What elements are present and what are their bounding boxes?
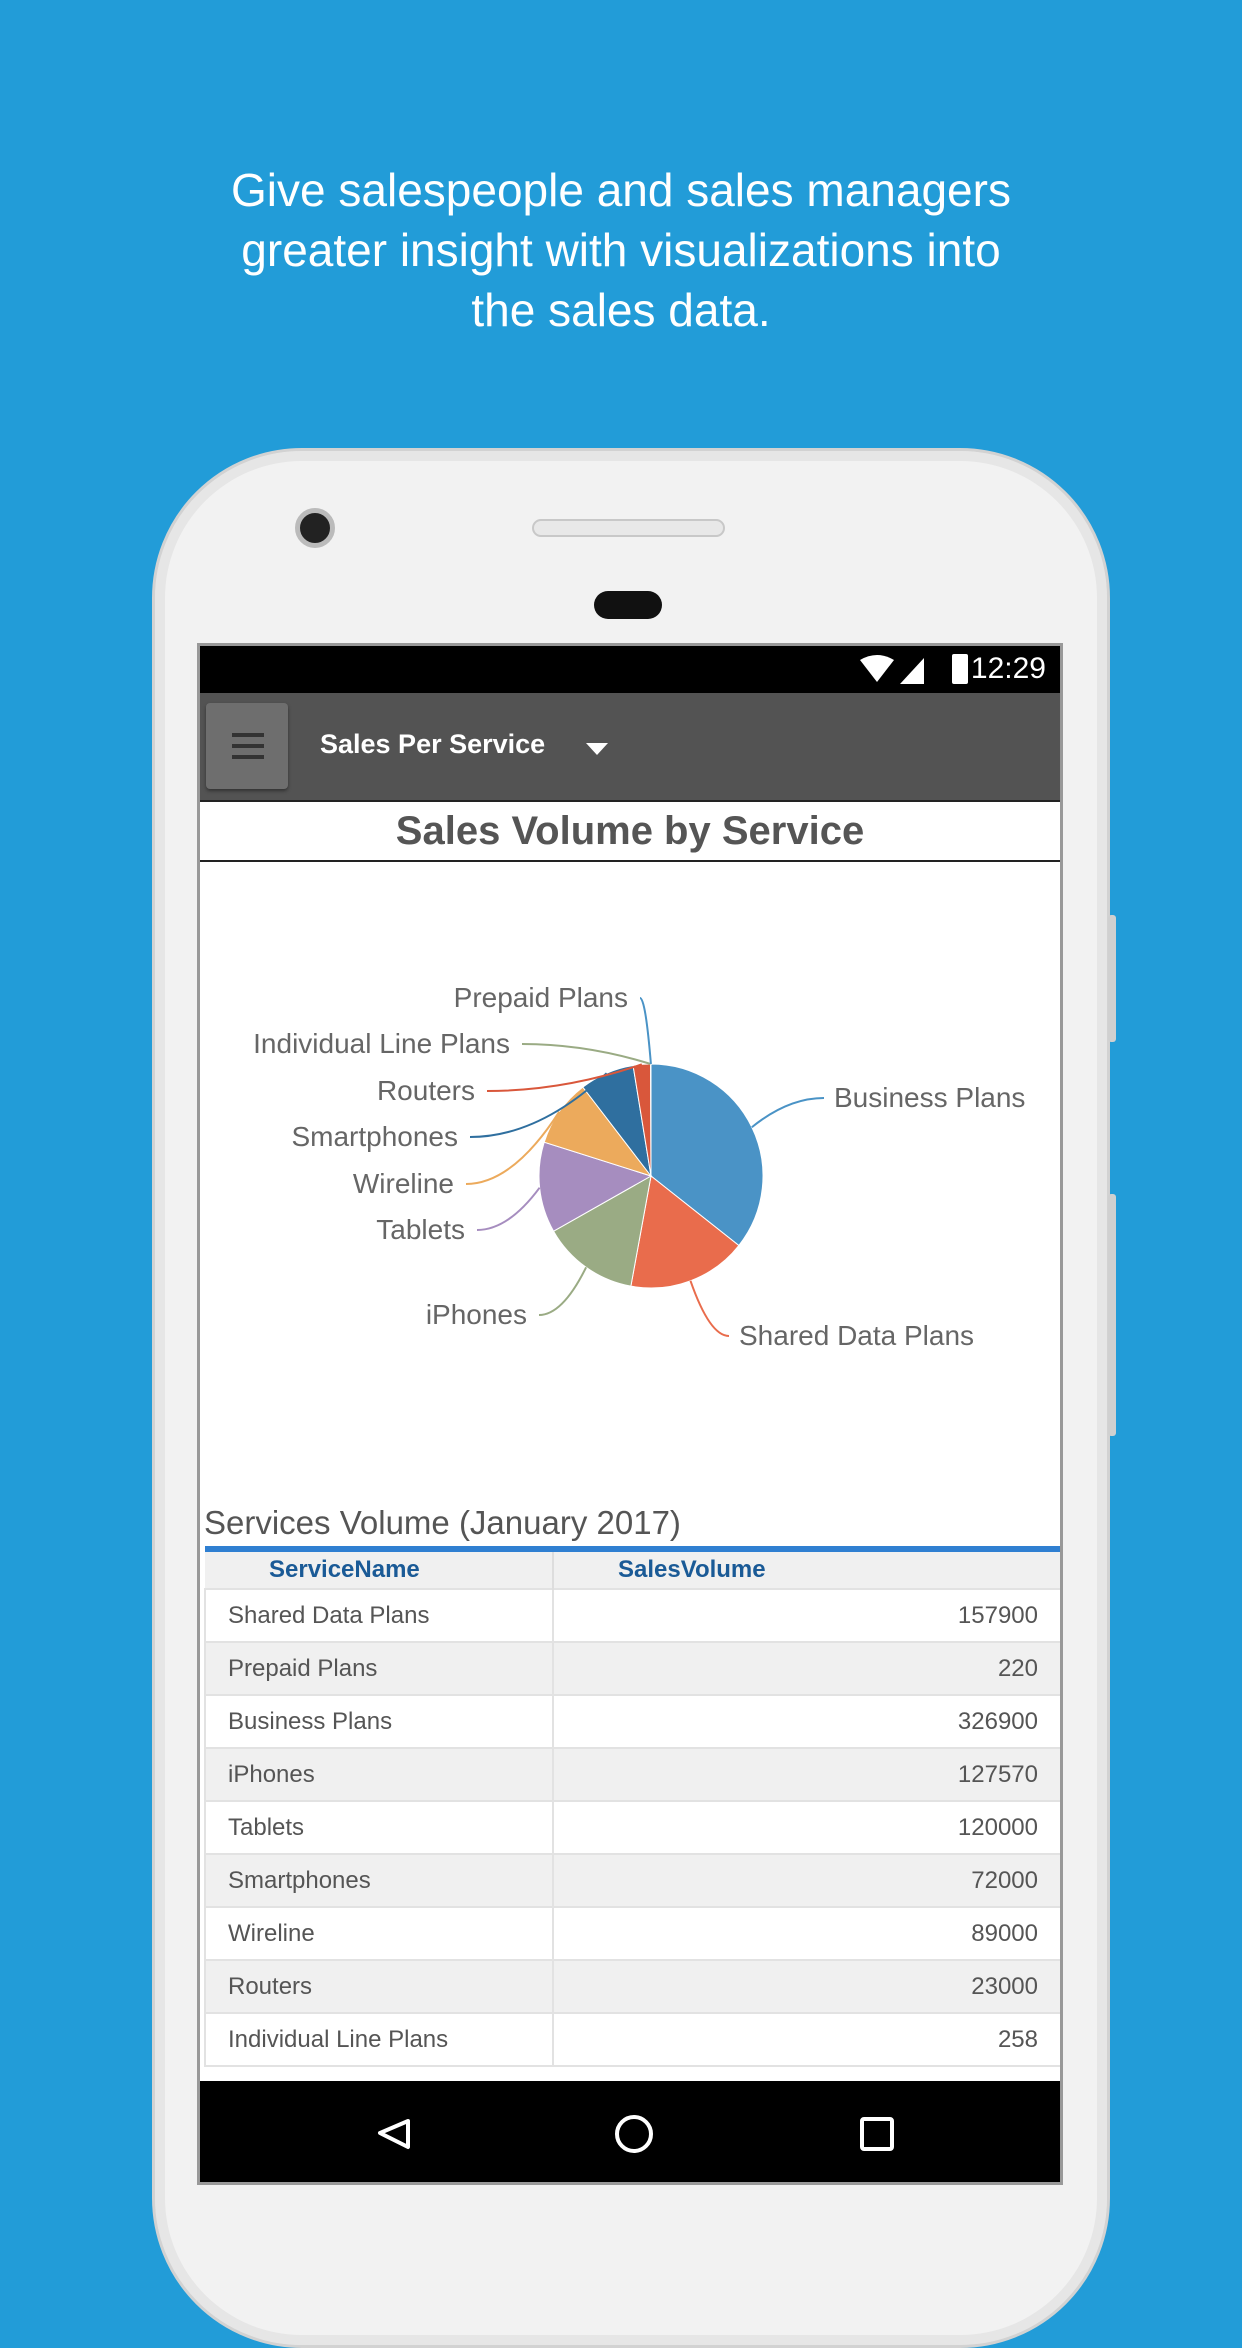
slice-label: Business Plans	[834, 1082, 1025, 1113]
service-name: Routers	[205, 1960, 553, 2013]
power-button	[1108, 915, 1116, 1042]
service-name: Wireline	[205, 1907, 553, 1960]
sales-volume: 220	[553, 1642, 1061, 1695]
table-row[interactable]: iPhones127570	[205, 1748, 1061, 1801]
leader-line	[539, 1267, 586, 1315]
slice-label: Smartphones	[291, 1121, 458, 1152]
leader-line	[522, 1044, 651, 1064]
service-name: Shared Data Plans	[205, 1589, 553, 1642]
slice-label: Individual Line Plans	[253, 1028, 510, 1059]
table-caption: Services Volume (January 2017)	[204, 1504, 681, 1542]
chart-title: Sales Volume by Service	[200, 800, 1060, 862]
app-bar: Sales Per Service	[200, 693, 1060, 800]
service-name: Prepaid Plans	[205, 1642, 553, 1695]
service-name: Tablets	[205, 1801, 553, 1854]
table-row[interactable]: Individual Line Plans258	[205, 2013, 1061, 2066]
service-name: Individual Line Plans	[205, 2013, 553, 2066]
headline-line: Give salespeople and sales managers	[0, 160, 1242, 220]
battery-icon	[952, 654, 968, 684]
headline-line: greater insight with visualizations into	[0, 220, 1242, 280]
slice-label: Prepaid Plans	[454, 982, 628, 1013]
volume-button	[1108, 1194, 1116, 1436]
nav-bar	[200, 2081, 1060, 2182]
report-selector[interactable]: Sales Per Service	[320, 729, 545, 760]
caret-down-icon[interactable]	[586, 743, 608, 755]
slice-label: Tablets	[376, 1214, 465, 1245]
status-icons	[860, 654, 940, 686]
table-row[interactable]: Tablets120000	[205, 1801, 1061, 1854]
service-name: Business Plans	[205, 1695, 553, 1748]
column-header[interactable]: SalesVolume	[553, 1549, 1061, 1589]
sales-volume: 23000	[553, 1960, 1061, 2013]
leader-line	[640, 998, 651, 1064]
table-row[interactable]: Smartphones72000	[205, 1854, 1061, 1907]
signal-icon	[900, 658, 924, 684]
wifi-icon	[860, 655, 894, 682]
speaker-grill	[532, 519, 725, 537]
table-row[interactable]: Shared Data Plans157900	[205, 1589, 1061, 1642]
back-icon	[380, 2121, 408, 2147]
table-row[interactable]: Wireline89000	[205, 1907, 1061, 1960]
sales-volume: 326900	[553, 1695, 1061, 1748]
sales-volume: 89000	[553, 1907, 1061, 1960]
slice-label: iPhones	[426, 1299, 527, 1330]
slice-label: Shared Data Plans	[739, 1320, 974, 1351]
sales-volume: 120000	[553, 1801, 1061, 1854]
recents-icon	[862, 2119, 892, 2149]
headline: Give salespeople and sales managers grea…	[0, 160, 1242, 340]
sales-volume: 258	[553, 2013, 1061, 2066]
leader-line	[477, 1188, 540, 1230]
table-row[interactable]: Prepaid Plans220	[205, 1642, 1061, 1695]
pie-chart: Business Plans Shared Data Plans iPhones Ta…	[200, 862, 1063, 1502]
services-table: ServiceName SalesVolume Shared Data Plan…	[204, 1546, 1062, 2067]
status-bar: 12:29	[200, 646, 1060, 693]
earpiece	[594, 591, 662, 619]
phone-screen: 12:29 Sales Per Service Sales Volume by …	[197, 643, 1063, 2185]
service-name: Smartphones	[205, 1854, 553, 1907]
slice-label: Routers	[377, 1075, 475, 1106]
sales-volume: 127570	[553, 1748, 1061, 1801]
column-header[interactable]: ServiceName	[205, 1549, 553, 1589]
hamburger-icon[interactable]	[206, 703, 288, 789]
sales-volume: 157900	[553, 1589, 1061, 1642]
leader-line	[752, 1098, 824, 1127]
table-row[interactable]: Routers23000	[205, 1960, 1061, 2013]
status-time: 12:29	[971, 652, 1046, 686]
sales-volume: 72000	[553, 1854, 1061, 1907]
home-icon	[617, 2117, 651, 2151]
slice-label: Wireline	[353, 1168, 454, 1199]
service-name: iPhones	[205, 1748, 553, 1801]
camera-icon	[295, 508, 335, 548]
table-row[interactable]: Business Plans326900	[205, 1695, 1061, 1748]
leader-line	[690, 1281, 729, 1336]
headline-line: the sales data.	[0, 280, 1242, 340]
